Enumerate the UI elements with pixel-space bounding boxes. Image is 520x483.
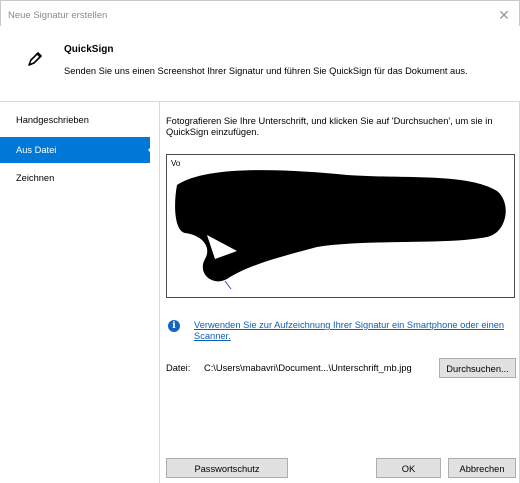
cancel-button[interactable]: Abbrechen xyxy=(448,458,516,478)
sidebar-item-zeichnen[interactable]: Zeichnen xyxy=(0,165,150,191)
ok-button[interactable]: OK xyxy=(376,458,441,478)
app-description: Senden Sie uns einen Screenshot Ihrer Si… xyxy=(64,66,468,76)
file-label: Datei: xyxy=(166,363,191,373)
info-icon: i xyxy=(168,320,180,332)
instruction-text: Fotografieren Sie Ihre Unterschrift, und… xyxy=(166,116,493,137)
redacted-signature-image xyxy=(175,170,506,290)
title-bar[interactable]: Neue Signatur erstellen ✕ xyxy=(0,0,520,26)
close-button[interactable]: ✕ xyxy=(495,6,513,24)
pen-icon xyxy=(28,52,42,66)
file-path: C:\Users\mabavri\Document...\Unterschrif… xyxy=(204,363,412,373)
content-panel: Fotografieren Sie Ihre Unterschrift, und… xyxy=(160,102,520,483)
sidebar: Handgeschrieben Aus Datei Zeichnen xyxy=(0,102,160,483)
app-name: QuickSign xyxy=(64,44,114,55)
window-title: Neue Signatur erstellen xyxy=(8,10,108,21)
signature-preview: Vo xyxy=(166,154,515,298)
password-protection-button[interactable]: Passwortschutz xyxy=(166,458,288,478)
dialog-header: QuickSign Senden Sie uns einen Screensho… xyxy=(0,26,520,101)
browse-button[interactable]: Durchsuchen... xyxy=(439,358,516,378)
sidebar-item-handgeschrieben[interactable]: Handgeschrieben xyxy=(0,107,150,133)
active-item-pointer xyxy=(148,141,157,159)
smartphone-scanner-link[interactable]: Verwenden Sie zur Aufzeichnung Ihrer Sig… xyxy=(194,320,514,342)
sidebar-item-aus-datei[interactable]: Aus Datei xyxy=(0,137,150,163)
